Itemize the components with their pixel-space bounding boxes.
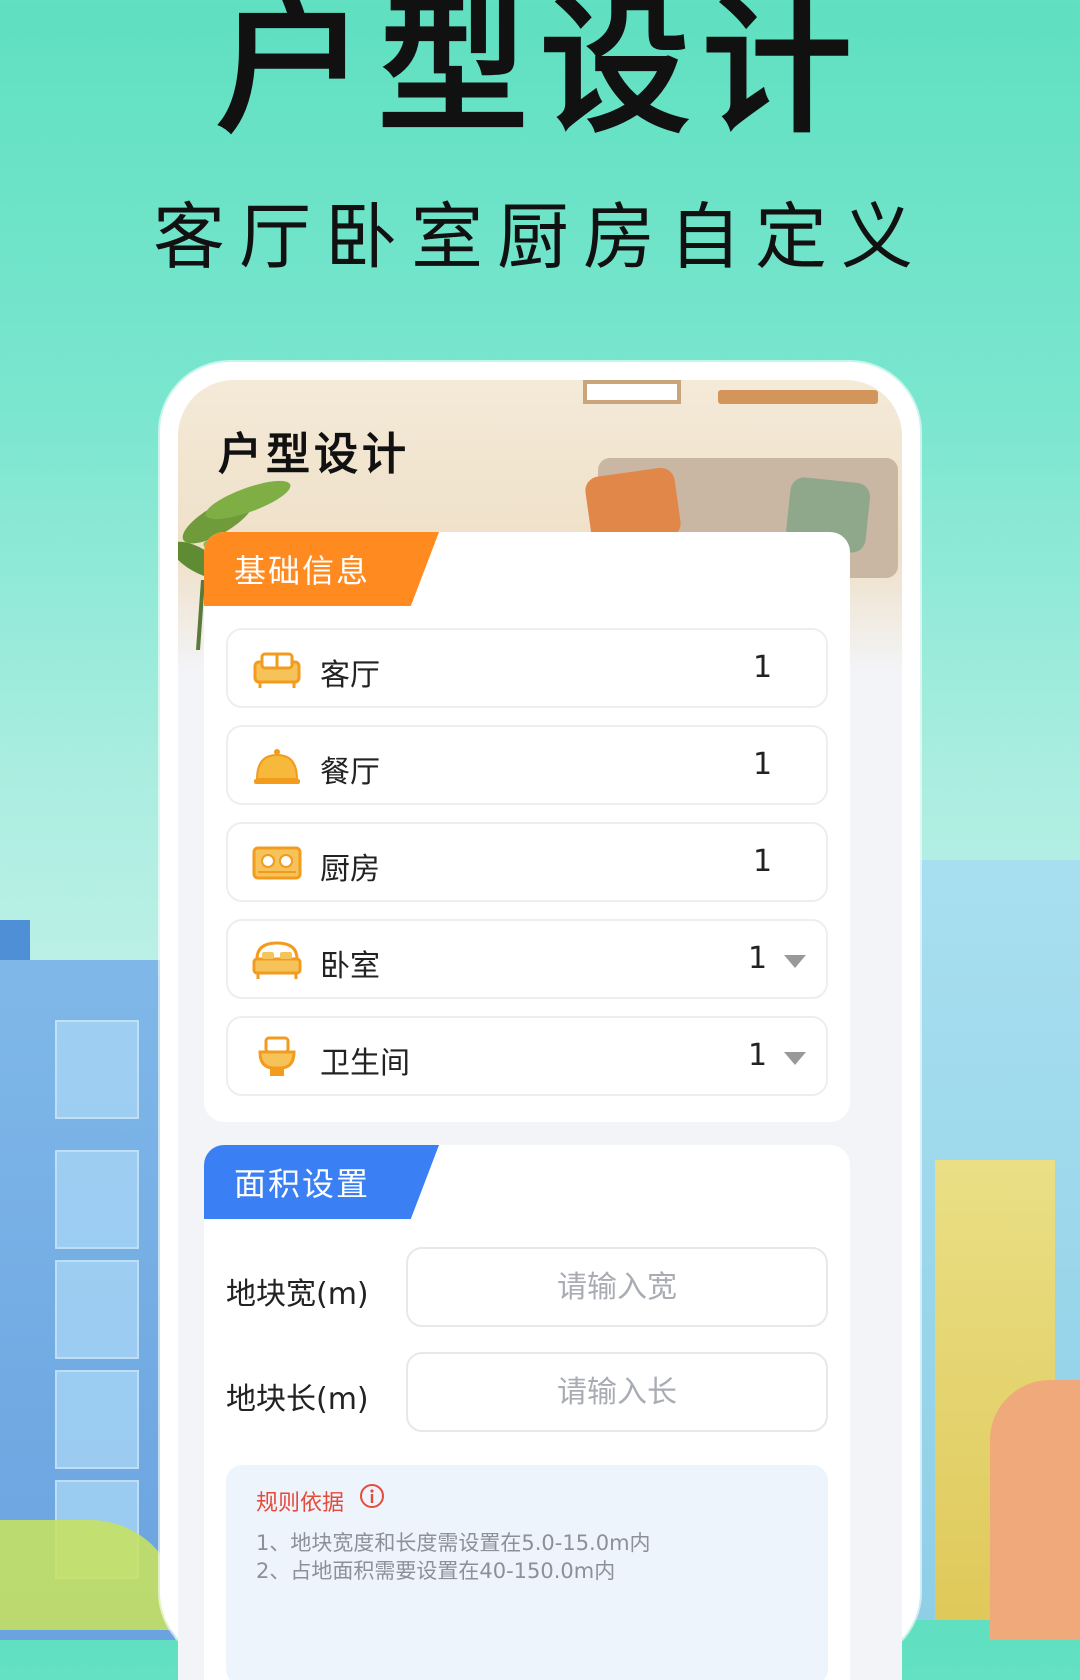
rule-line-2: 2、占地面积需要设置在40-150.0m内 xyxy=(256,1559,616,1583)
room-row-living[interactable]: 客厅 1 xyxy=(226,628,828,708)
tab-basic-info: 基础信息 xyxy=(204,532,439,606)
room-row-bedroom[interactable]: 卧室 1 xyxy=(226,919,828,999)
chevron-down-icon[interactable] xyxy=(784,1052,806,1065)
wall-shelf xyxy=(718,390,878,404)
room-row-bathroom[interactable]: 卫生间 1 xyxy=(226,1016,828,1096)
room-count: 1 xyxy=(753,844,773,879)
length-label: 地块长(m) xyxy=(226,1382,369,1417)
rules-title: 规则依据 xyxy=(256,1491,345,1516)
room-row-kitchen[interactable]: 厨房 1 xyxy=(226,822,828,902)
room-label: 卫生间 xyxy=(320,1046,410,1081)
bed-icon xyxy=(252,941,302,979)
building-window xyxy=(55,1370,139,1469)
room-label: 卧室 xyxy=(320,949,380,984)
room-count: 1 xyxy=(748,1038,768,1073)
length-input[interactable] xyxy=(406,1352,828,1432)
background-building xyxy=(990,1380,1080,1640)
building-window xyxy=(55,1020,139,1119)
room-label: 客厅 xyxy=(320,658,380,693)
room-count: 1 xyxy=(753,650,773,685)
width-label: 地块宽(m) xyxy=(226,1277,369,1312)
chevron-down-icon[interactable] xyxy=(784,955,806,968)
basic-info-card: 基础信息 客厅 1 餐厅 1 厨房 1 卧室 1 卫生间 1 xyxy=(204,532,850,1122)
room-label: 餐厅 xyxy=(320,755,380,790)
room-count: 1 xyxy=(748,941,768,976)
room-count: 1 xyxy=(753,747,773,782)
room-label: 厨房 xyxy=(320,852,380,887)
rules-panel: 规则依据 1、地块宽度和长度需设置在5.0-15.0m内 2、占地面积需要设置在… xyxy=(226,1465,828,1680)
rule-line-1: 1、地块宽度和长度需设置在5.0-15.0m内 xyxy=(256,1531,651,1555)
hero-subtitle: 客厅卧室厨房自定义 xyxy=(152,195,927,279)
stove-icon xyxy=(252,846,302,880)
width-input[interactable] xyxy=(406,1247,828,1327)
hero-title: 户型设计 xyxy=(215,0,864,154)
sofa-icon xyxy=(253,652,301,688)
room-row-dining[interactable]: 餐厅 1 xyxy=(226,725,828,805)
toilet-icon xyxy=(258,1036,296,1076)
phone-frame: 户型设计 基础信息 客厅 1 餐厅 1 厨房 1 卧室 1 卫生间 1 面积设置… xyxy=(160,362,920,1680)
app-screen: 户型设计 基础信息 客厅 1 餐厅 1 厨房 1 卧室 1 卫生间 1 面积设置… xyxy=(178,380,902,1680)
info-icon[interactable] xyxy=(359,1483,385,1509)
building-window xyxy=(55,1150,139,1249)
area-settings-card: 面积设置 地块宽(m) 地块长(m) 规则依据 1、地块宽度和长度需设置在5.0… xyxy=(204,1145,850,1680)
tab-area-settings: 面积设置 xyxy=(204,1145,439,1219)
screen-title: 户型设计 xyxy=(218,429,410,480)
wall-frame xyxy=(583,380,681,404)
dining-bell-icon xyxy=(254,749,300,784)
building-window xyxy=(55,1260,139,1359)
